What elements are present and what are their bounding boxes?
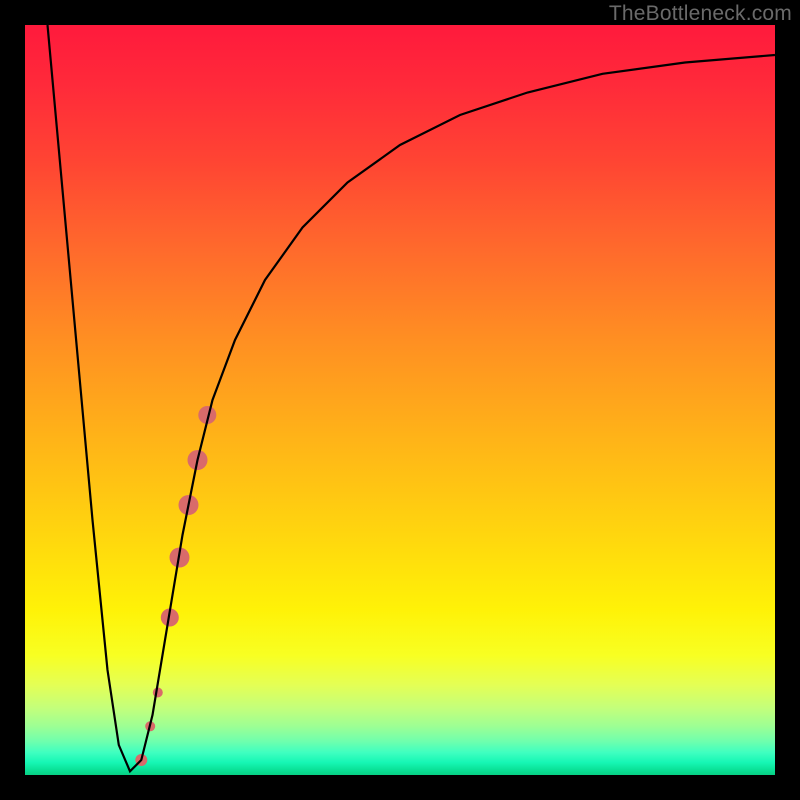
- curve-layer: [25, 25, 775, 775]
- chart-frame: TheBottleneck.com: [0, 0, 800, 800]
- highlight-markers: [135, 406, 216, 766]
- watermark-text: TheBottleneck.com: [609, 2, 792, 26]
- plot-area: [25, 25, 775, 775]
- bottleneck-curve: [48, 25, 776, 771]
